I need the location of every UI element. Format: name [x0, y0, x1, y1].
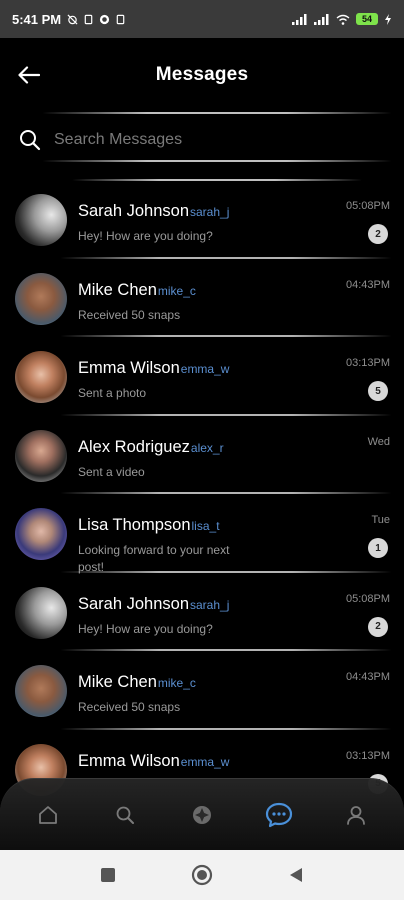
contact-handle: emma_w: [180, 754, 230, 769]
search-bottom-divider: [42, 160, 392, 162]
aperture-icon: [192, 805, 211, 824]
notification-icons: [67, 13, 126, 25]
system-nav-bar: [0, 850, 404, 900]
message-time: 04:43PM: [345, 278, 390, 291]
back-button[interactable]: [16, 62, 42, 88]
message-time: 05:08PM: [345, 592, 390, 605]
battery-indicator: 54: [356, 13, 378, 25]
search-top-divider: [42, 112, 392, 114]
nav-search[interactable]: [103, 793, 147, 837]
status-time: 5:41 PM: [12, 11, 62, 27]
contact-handle: alex_r: [190, 440, 224, 455]
contact-name: Mike Chen: [78, 280, 157, 299]
recents-button[interactable]: [96, 863, 120, 887]
signal-icon: [292, 13, 307, 25]
contact-handle: mike_c: [157, 283, 196, 298]
whatsapp-icon: [100, 14, 110, 24]
contact-name: Emma Wilson: [78, 359, 180, 377]
status-bar: 5:41 PM 54: [0, 0, 404, 38]
message-time: Wed: [367, 435, 390, 448]
conversation-row[interactable]: Lisa Thompsonlisa_t Looking forward to y…: [0, 494, 404, 574]
contact-name: Alex Rodriguez: [78, 437, 190, 456]
system-icons: 54: [292, 13, 392, 25]
unread-badge: 2: [368, 616, 388, 637]
conversation-row[interactable]: Alex Rodriguezalex_r Sent a video Wed: [0, 416, 404, 494]
search-bar: [12, 112, 392, 181]
contact-name: Mike Chen: [78, 673, 157, 691]
message-preview: Hey! How are you doing?: [78, 621, 213, 636]
contact-handle: lisa_t: [191, 519, 220, 533]
home-button[interactable]: [190, 863, 214, 887]
avatar: [15, 272, 67, 325]
unread-badge: 2: [368, 224, 388, 244]
conversation-list: Sarah Johnsonsarah_j Hey! How are you do…: [0, 180, 404, 840]
page-title: Messages: [155, 64, 249, 85]
nav-chat[interactable]: [257, 793, 301, 837]
message-time: 04:43PM: [345, 671, 390, 683]
contact-handle: emma_w: [180, 362, 230, 376]
message-preview: Received 50 snaps: [78, 700, 181, 714]
search-input[interactable]: [54, 124, 374, 156]
wifi-icon: [336, 14, 350, 25]
profile-icon: [346, 805, 365, 825]
contact-handle: sarah_j: [190, 205, 230, 219]
charging-icon: [385, 13, 391, 25]
message-preview: Sent a photo: [78, 386, 147, 400]
contact-handle: mike_c: [157, 676, 196, 690]
conversation-row[interactable]: Emma Wilsonemma_w Sent a photo 03:13PM 5: [0, 337, 404, 416]
conversation-row[interactable]: Sarah Johnsonsarah_j Hey! How are you do…: [0, 573, 404, 651]
conversation-row[interactable]: Mike Chenmike_c Received 50 snaps 04:43P…: [0, 651, 404, 730]
nav-camera[interactable]: [180, 793, 224, 837]
message-time: 03:13PM: [345, 357, 390, 369]
header: Messages: [0, 38, 404, 112]
conversation-row[interactable]: Mike Chenmike_c Received 50 snaps 04:43P…: [0, 259, 404, 337]
contact-name: Sarah Johnson: [78, 594, 189, 613]
arrow-left-icon: [18, 66, 40, 84]
square-icon: [101, 868, 115, 882]
avatar: [15, 429, 67, 482]
signal-icon-2: [314, 13, 329, 25]
unread-badge: 1: [368, 538, 388, 558]
message-time: 05:08PM: [345, 200, 390, 212]
nav-profile[interactable]: [334, 793, 378, 837]
message-time: 03:13PM: [345, 749, 390, 762]
avatar: [15, 586, 67, 639]
avatar: [15, 508, 67, 560]
conversation-row[interactable]: Sarah Johnsonsarah_j Hey! How are you do…: [0, 180, 404, 259]
triangle-back-icon: [290, 868, 302, 882]
search-icon: [20, 130, 41, 151]
search-icon: [116, 806, 135, 824]
avatar: [15, 351, 67, 403]
sd-card-icon: [116, 14, 125, 24]
contact-handle: sarah_j: [190, 597, 230, 612]
message-time: Tue: [371, 514, 390, 526]
avatar: [15, 665, 67, 717]
unread-badge: 5: [368, 381, 388, 401]
message-preview: Sent a video: [78, 464, 145, 479]
message-preview: Hey! How are you doing?: [78, 229, 213, 243]
contact-name: Sarah Johnson: [78, 202, 189, 220]
circle-icon: [191, 864, 213, 886]
avatar: [15, 194, 67, 246]
home-icon: [39, 805, 58, 824]
message-preview: Received 50 snaps: [78, 307, 181, 322]
alarm-off-icon: [67, 13, 78, 25]
storage-icon: [84, 14, 93, 24]
contact-name: Emma Wilson: [78, 751, 180, 770]
chat-icon: [265, 802, 292, 827]
contact-name: Lisa Thompson: [78, 516, 191, 534]
back-nav-button[interactable]: [284, 863, 308, 887]
nav-home[interactable]: [26, 793, 70, 837]
bottom-nav: [0, 778, 404, 850]
